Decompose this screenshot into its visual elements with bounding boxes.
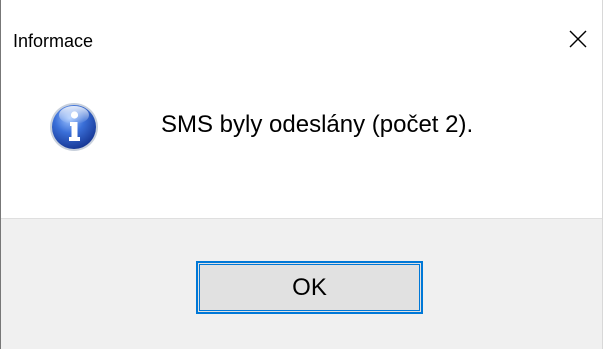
message-area: SMS byly odeslány (počet 2).	[1, 76, 602, 218]
info-icon	[50, 103, 98, 151]
dialog-title: Informace	[13, 31, 94, 51]
close-button[interactable]	[554, 18, 602, 60]
title-bar: Informace	[1, 0, 602, 76]
close-icon	[569, 30, 587, 48]
ok-button[interactable]: OK	[196, 261, 423, 314]
button-bar: OK	[1, 218, 602, 349]
message-text: SMS byly odeslány (počet 2).	[161, 111, 474, 138]
message-dialog: Informace SMS byly odeslány (počet 2). O…	[0, 0, 603, 349]
